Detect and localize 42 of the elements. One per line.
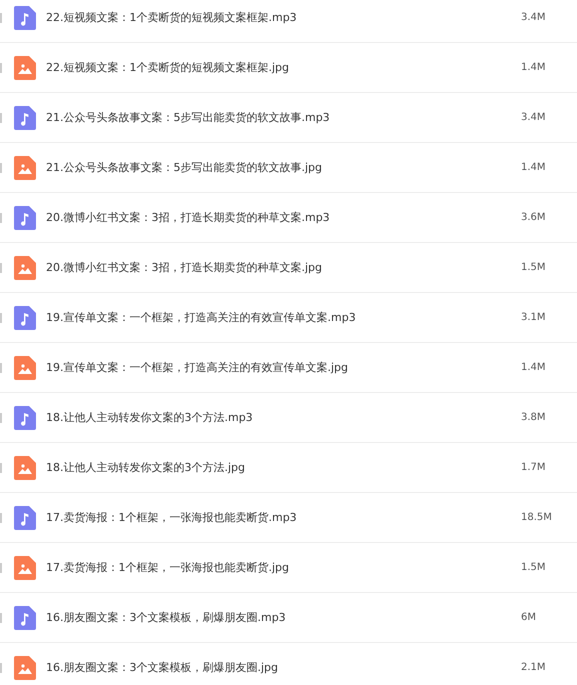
file-name[interactable]: 18.让他人主动转发你文案的3个方法.mp3 bbox=[46, 410, 506, 425]
file-size: 3.4M bbox=[521, 12, 546, 23]
music-file-icon bbox=[14, 606, 36, 630]
image-file-icon bbox=[14, 256, 36, 280]
image-file-icon bbox=[14, 156, 36, 180]
file-size: 1.7M bbox=[521, 462, 546, 473]
music-file-icon bbox=[14, 206, 36, 230]
file-size: 6M bbox=[521, 612, 536, 623]
file-name[interactable]: 16.朋友圈文案：3个文案模板，刷爆朋友圈.jpg bbox=[46, 660, 506, 675]
file-size: 3.1M bbox=[521, 312, 546, 323]
file-name[interactable]: 21.公众号头条故事文案：5步写出能卖货的软文故事.jpg bbox=[46, 160, 506, 175]
file-size: 3.8M bbox=[521, 412, 546, 423]
file-name[interactable]: 18.让他人主动转发你文案的3个方法.jpg bbox=[46, 460, 506, 475]
file-size: 18.5M bbox=[521, 512, 552, 523]
file-size: 3.4M bbox=[521, 112, 546, 123]
file-name[interactable]: 19.宣传单文案：一个框架，打造高关注的有效宣传单文案.jpg bbox=[46, 360, 506, 375]
image-file-icon bbox=[14, 356, 36, 380]
music-file-icon bbox=[14, 306, 36, 330]
file-name[interactable]: 17.卖货海报：1个框架，一张海报也能卖断货.mp3 bbox=[46, 510, 506, 525]
file-name[interactable]: 21.公众号头条故事文案：5步写出能卖货的软文故事.mp3 bbox=[46, 110, 506, 125]
file-size: 1.5M bbox=[521, 562, 546, 573]
file-size: 1.4M bbox=[521, 62, 546, 73]
file-size: 2.1M bbox=[521, 662, 546, 673]
image-file-icon bbox=[14, 556, 36, 580]
file-size: 1.5M bbox=[521, 262, 546, 273]
image-file-icon bbox=[14, 656, 36, 680]
file-name[interactable]: 17.卖货海报：1个框架，一张海报也能卖断货.jpg bbox=[46, 560, 506, 575]
file-size: 1.4M bbox=[521, 362, 546, 373]
music-file-icon bbox=[14, 406, 36, 430]
file-name[interactable]: 20.微博小红书文案：3招，打造长期卖货的种草文案.jpg bbox=[46, 260, 506, 275]
file-name[interactable]: 20.微博小红书文案：3招，打造长期卖货的种草文案.mp3 bbox=[46, 210, 506, 225]
file-name[interactable]: 22.短视频文案：1个卖断货的短视频文案框架.jpg bbox=[46, 60, 506, 75]
image-file-icon bbox=[14, 56, 36, 80]
file-name[interactable]: 19.宣传单文案：一个框架，打造高关注的有效宣传单文案.mp3 bbox=[46, 310, 506, 325]
music-file-icon bbox=[14, 506, 36, 530]
music-file-icon bbox=[14, 106, 36, 130]
file-size: 1.4M bbox=[521, 162, 546, 173]
file-size: 3.6M bbox=[521, 212, 546, 223]
file-name[interactable]: 16.朋友圈文案：3个文案模板，刷爆朋友圈.mp3 bbox=[46, 610, 506, 625]
file-name[interactable]: 22.短视频文案：1个卖断货的短视频文案框架.mp3 bbox=[46, 10, 506, 25]
music-file-icon bbox=[14, 6, 36, 30]
image-file-icon bbox=[14, 456, 36, 480]
